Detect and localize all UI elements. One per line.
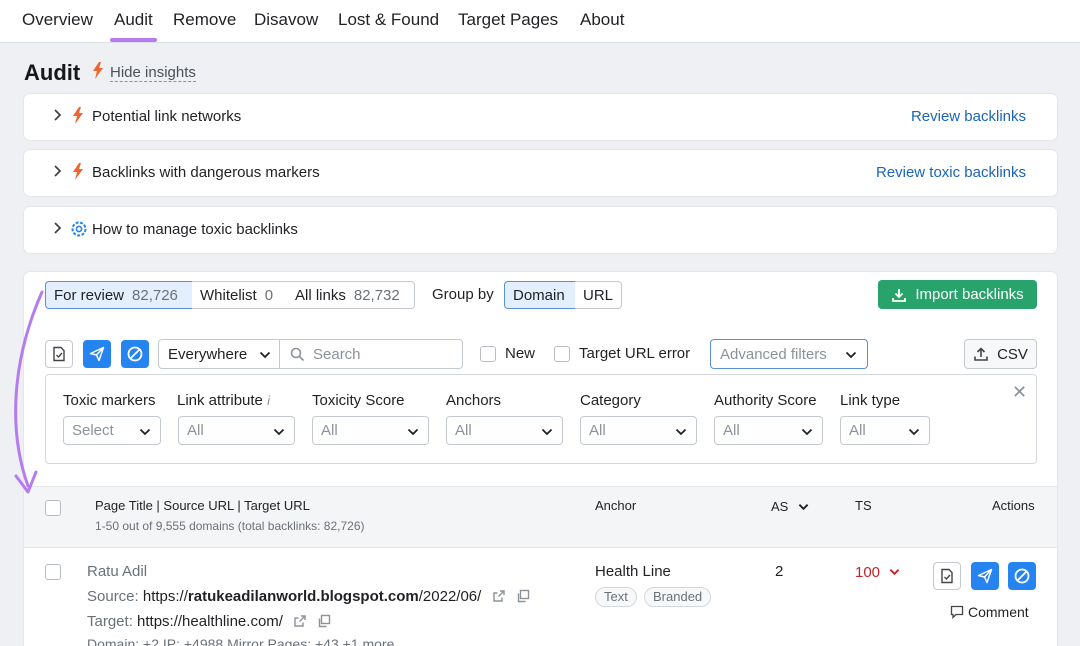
annotation-arrow — [14, 290, 44, 494]
